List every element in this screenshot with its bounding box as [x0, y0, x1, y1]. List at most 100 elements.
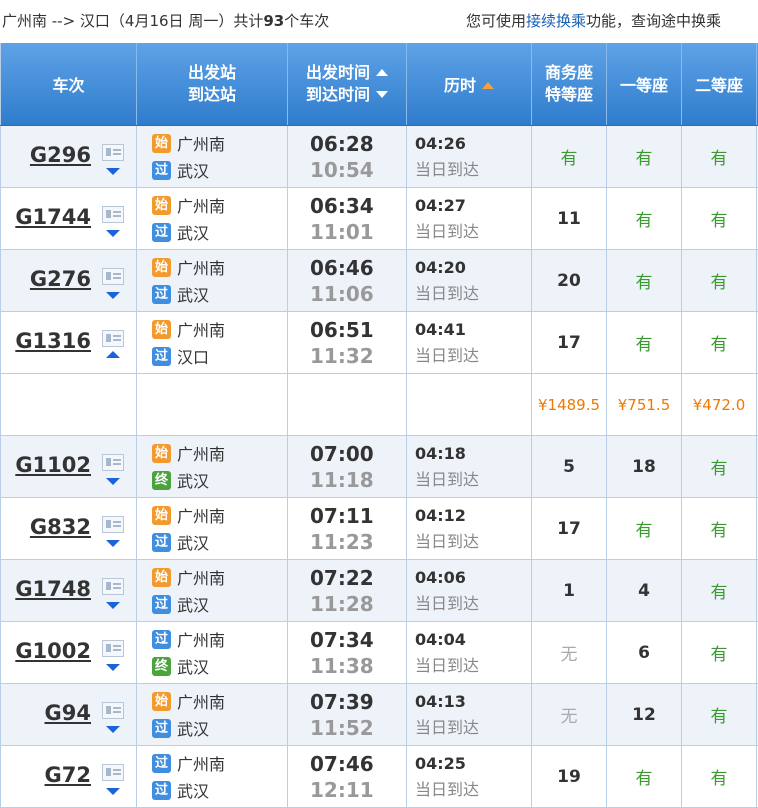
header-times[interactable]: 出发时间到达时间 — [288, 43, 407, 126]
train-info-icon[interactable] — [102, 268, 124, 285]
to-station-name: 武汉 — [177, 158, 209, 182]
to-station-name: 武汉 — [177, 468, 209, 492]
train-row[interactable]: G1316始广州南过汉口06:5111:3204:41当日到达17有有 — [1, 312, 758, 374]
train-number-link[interactable]: G276 — [30, 267, 91, 291]
expand-stops-icon[interactable] — [106, 478, 120, 485]
expand-stops-icon[interactable] — [106, 664, 120, 671]
to-station-name: 武汉 — [177, 282, 209, 306]
sort-down-icon[interactable] — [376, 91, 388, 98]
station-type-badge: 始 — [152, 320, 171, 339]
station-type-badge: 始 — [152, 568, 171, 587]
train-number-link[interactable]: G1316 — [15, 329, 91, 353]
train-info-icon[interactable] — [102, 144, 124, 161]
duration-cell: 04:26当日到达 — [407, 126, 532, 188]
business-seat[interactable]: 20 — [532, 250, 607, 312]
sort-up-icon[interactable] — [482, 82, 494, 89]
first-class-seat[interactable]: 6 — [607, 622, 682, 684]
train-number-link[interactable]: G94 — [45, 701, 91, 725]
duration: 04:25 — [415, 751, 531, 777]
train-number-link[interactable]: G1744 — [15, 205, 91, 229]
from-station-name: 广州南 — [177, 131, 225, 155]
expand-stops-icon[interactable] — [106, 726, 120, 733]
sort-arrival[interactable]: 到达时间 — [288, 84, 406, 106]
collapse-stops-icon[interactable] — [106, 351, 120, 358]
first-class-seat[interactable]: 有 — [607, 126, 682, 188]
second-class-seat[interactable]: 有 — [682, 746, 757, 808]
train-number-link[interactable]: G296 — [30, 143, 91, 167]
stations-cell: 始广州南过汉口 — [137, 312, 288, 374]
business-seat[interactable]: 11 — [532, 188, 607, 250]
first-class-seat[interactable]: 18 — [607, 436, 682, 498]
first-class-seat[interactable]: 有 — [607, 250, 682, 312]
business-seat[interactable]: 19 — [532, 746, 607, 808]
train-info-icon[interactable] — [102, 578, 124, 595]
business-seat[interactable]: 1 — [532, 560, 607, 622]
first-class-seat[interactable]: 4 — [607, 560, 682, 622]
second-class-price: ¥472.0 — [682, 374, 757, 436]
train-row[interactable]: G276始广州南过武汉06:4611:0604:20当日到达20有有 — [1, 250, 758, 312]
expand-stops-icon[interactable] — [106, 230, 120, 237]
train-number-link[interactable]: G832 — [30, 515, 91, 539]
train-row[interactable]: G1002过广州南终武汉07:3411:3804:04当日到达无6有 — [1, 622, 758, 684]
train-number-link[interactable]: G1748 — [15, 577, 91, 601]
first-class-seat[interactable]: 有 — [607, 746, 682, 808]
train-info-icon[interactable] — [102, 764, 124, 781]
sort-departure[interactable]: 出发时间 — [288, 62, 406, 84]
expand-stops-icon[interactable] — [106, 540, 120, 547]
train-row[interactable]: G94始广州南过武汉07:3911:5204:13当日到达无12有 — [1, 684, 758, 746]
train-row[interactable]: G832始广州南过武汉07:1111:2304:12当日到达17有有 — [1, 498, 758, 560]
train-info-icon[interactable] — [102, 206, 124, 223]
train-info-icon[interactable] — [102, 702, 124, 719]
first-class-seat[interactable]: 有 — [607, 188, 682, 250]
expand-stops-icon[interactable] — [106, 788, 120, 795]
from-station-name: 广州南 — [177, 193, 225, 217]
second-class-seat[interactable]: 有 — [682, 188, 757, 250]
train-info-icon[interactable] — [102, 640, 124, 657]
expand-stops-icon[interactable] — [106, 602, 120, 609]
second-class-seat[interactable]: 有 — [682, 498, 757, 560]
expand-stops-icon[interactable] — [106, 168, 120, 175]
train-info-icon[interactable] — [102, 454, 124, 471]
header-duration[interactable]: 历时 — [407, 43, 532, 126]
header-time-dep: 出发时间 — [306, 63, 370, 82]
train-info-icon[interactable] — [102, 516, 124, 533]
train-row[interactable]: G1744始广州南过武汉06:3411:0104:27当日到达11有有 — [1, 188, 758, 250]
train-number-link[interactable]: G1102 — [15, 453, 91, 477]
business-seat[interactable]: 无 — [532, 684, 607, 746]
duration: 04:06 — [415, 565, 531, 591]
to-station: 终武汉 — [152, 653, 287, 680]
business-seat[interactable]: 有 — [532, 126, 607, 188]
second-class-seat[interactable]: 有 — [682, 622, 757, 684]
first-class-price: ¥751.5 — [607, 374, 682, 436]
train-cell: G94 — [1, 684, 137, 746]
train-info-icon[interactable] — [102, 330, 124, 347]
arrival-time: 11:01 — [310, 219, 406, 245]
train-row[interactable]: G296始广州南过武汉06:2810:5404:26当日到达有有有 — [1, 126, 758, 188]
business-seat[interactable]: 5 — [532, 436, 607, 498]
business-seat[interactable]: 17 — [532, 312, 607, 374]
train-number-link[interactable]: G72 — [45, 763, 91, 787]
train-number-link[interactable]: G1002 — [15, 639, 91, 663]
train-cell: G296 — [1, 126, 137, 188]
second-class-seat[interactable]: 有 — [682, 560, 757, 622]
second-class-seat[interactable]: 有 — [682, 126, 757, 188]
first-class-seat[interactable]: 有 — [607, 312, 682, 374]
transfer-link[interactable]: 接续换乘 — [526, 12, 586, 30]
arrival-day: 当日到达 — [415, 157, 531, 183]
first-class-seat[interactable]: 12 — [607, 684, 682, 746]
second-class-seat[interactable]: 有 — [682, 684, 757, 746]
first-class-seat[interactable]: 有 — [607, 498, 682, 560]
arrival-day: 当日到达 — [415, 777, 531, 803]
business-seat[interactable]: 17 — [532, 498, 607, 560]
second-class-seat[interactable]: 有 — [682, 250, 757, 312]
business-seat[interactable]: 无 — [532, 622, 607, 684]
train-row[interactable]: G72过广州南过武汉07:4612:1104:25当日到达19有有 — [1, 746, 758, 808]
expand-stops-icon[interactable] — [106, 292, 120, 299]
second-class-seat[interactable]: 有 — [682, 436, 757, 498]
train-row[interactable]: G1748始广州南过武汉07:2211:2804:06当日到达14有 — [1, 560, 758, 622]
from-station-name: 广州南 — [177, 751, 225, 775]
train-row[interactable]: G1102始广州南终武汉07:0011:1804:18当日到达518有 — [1, 436, 758, 498]
sort-up-icon[interactable] — [376, 69, 388, 76]
second-class-seat[interactable]: 有 — [682, 312, 757, 374]
stations-cell: 始广州南过武汉 — [137, 126, 288, 188]
